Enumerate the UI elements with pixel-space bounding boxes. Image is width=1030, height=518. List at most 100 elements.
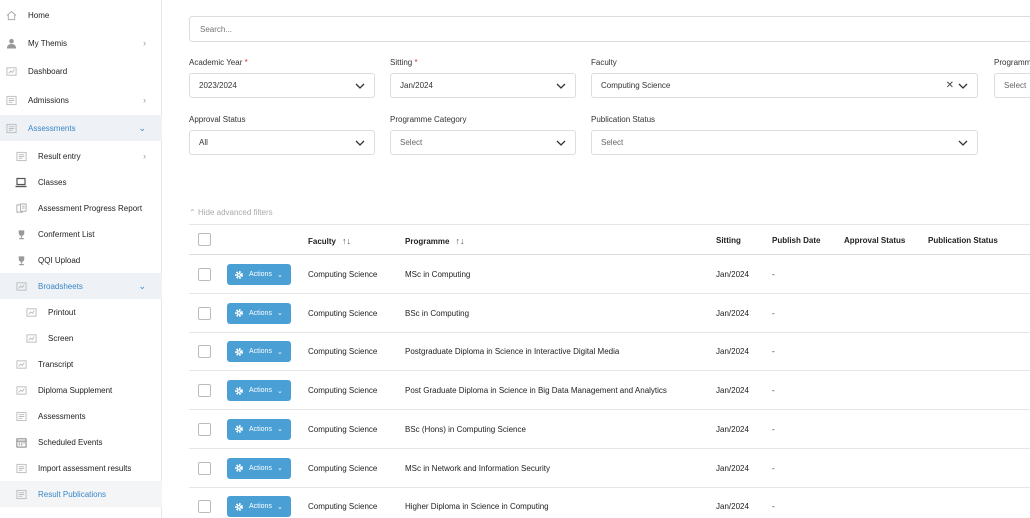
chevron-down-icon: [958, 83, 968, 89]
sort-icon[interactable]: ↑↓: [342, 236, 351, 246]
assessments-icon: [15, 410, 27, 422]
chevron-down-icon: ⌄: [138, 122, 146, 133]
approval-status-select[interactable]: All: [189, 130, 375, 155]
sort-icon[interactable]: ↑↓: [455, 236, 464, 246]
programme-column-header[interactable]: Programme ↑↓: [405, 236, 464, 246]
broadsheets-icon: [15, 280, 27, 292]
advanced-toggle-label: Hide advanced filters: [197, 208, 273, 217]
programme-category-select[interactable]: Select: [390, 130, 576, 155]
row-checkbox[interactable]: [198, 345, 211, 359]
select-all-checkbox[interactable]: [198, 233, 211, 246]
sitting-cell: Jan/2024: [716, 347, 749, 357]
sidebar-item-assessments-sub[interactable]: Assessments: [0, 403, 162, 429]
sidebar-item-assessments[interactable]: Assessments ⌄: [0, 115, 162, 141]
publish-date-cell: -: [772, 270, 775, 279]
actions-button[interactable]: Actions ⌄: [227, 418, 291, 440]
sidebar-item-home[interactable]: Home: [0, 2, 162, 28]
diploma-icon: [15, 384, 27, 396]
publication-status-select[interactable]: Select: [591, 130, 978, 155]
clear-icon[interactable]: ✕: [946, 80, 954, 91]
hide-advanced-filters-link[interactable]: ⌃ Hide advanced filters: [189, 208, 273, 217]
caret-up-icon: ⌃: [189, 208, 196, 217]
sidebar: Home My Themis › Dashboard Admissions › …: [0, 0, 162, 518]
row-checkbox[interactable]: [198, 268, 211, 281]
sidebar-item-my-themis[interactable]: My Themis ›: [0, 30, 162, 56]
table-row: Actions ⌄ Computing Science Higher Diploma …: [189, 487, 1030, 518]
sidebar-item-classes[interactable]: Classes: [0, 169, 162, 195]
faculty-select[interactable]: Computing Science ✕: [591, 73, 978, 98]
programme-select[interactable]: Select: [994, 73, 1030, 98]
sidebar-item-result-publications[interactable]: Result Publications: [0, 481, 162, 507]
sidebar-item-label: Diploma Supplement: [38, 385, 113, 395]
sidebar-item-conferment-list[interactable]: Conferment List: [0, 221, 162, 247]
actions-button[interactable]: Actions ⌄: [227, 341, 291, 363]
report-icon: [15, 202, 27, 214]
sidebar-item-result-entry[interactable]: Result entry ›: [0, 143, 162, 169]
table-row: Actions ⌄ Computing Science BSc in Computin…: [189, 294, 1030, 333]
actions-button[interactable]: Actions ⌄: [227, 496, 291, 518]
chevron-down-icon: [556, 140, 566, 146]
sidebar-item-label: Classes: [38, 177, 67, 187]
sidebar-item-dashboard[interactable]: Dashboard: [0, 58, 162, 84]
sidebar-item-label: Assessments: [28, 123, 76, 133]
sidebar-item-broadsheets[interactable]: Broadsheets ⌄: [0, 273, 162, 299]
trophy-icon: [15, 228, 27, 240]
row-checkbox[interactable]: [198, 306, 211, 320]
faculty-cell: Computing Science: [308, 386, 378, 396]
actions-label: Actions: [249, 271, 272, 278]
chevron-down-icon: [556, 83, 566, 89]
result-entry-icon: [15, 150, 27, 162]
sidebar-item-qqi-upload[interactable]: QQI Upload: [0, 247, 162, 273]
programme-cell: Higher Diploma in Science in Computing: [405, 502, 549, 512]
table-row: Actions ⌄ Computing Science MSc in Computin…: [189, 255, 1030, 294]
actions-button[interactable]: Actions ⌄: [227, 264, 291, 285]
table-header: Faculty ↑↓ Programme ↑↓ Sitting Publish Da…: [189, 224, 1030, 255]
publish-date-cell: -: [772, 347, 775, 357]
sidebar-item-admissions[interactable]: Admissions ›: [0, 87, 162, 113]
row-checkbox[interactable]: [198, 461, 211, 475]
sitting-cell: Jan/2024: [716, 308, 749, 318]
table-row: Actions ⌄ Computing Science MSc in Network …: [189, 449, 1030, 488]
sidebar-item-label: Home: [28, 10, 50, 20]
actions-button[interactable]: Actions ⌄: [227, 457, 291, 479]
sidebar-item-label: Scheduled Events: [38, 437, 103, 447]
actions-button[interactable]: Actions ⌄: [227, 380, 291, 402]
sidebar-item-label: Assessment Progress Report: [38, 203, 143, 213]
faculty-cell: Computing Science: [308, 424, 378, 434]
sidebar-item-label: Broadsheets: [38, 281, 83, 291]
faculty-cell: Computing Science: [308, 347, 378, 357]
sidebar-item-label: Printout: [48, 307, 76, 317]
sidebar-item-label: Screen: [48, 333, 74, 343]
sidebar-item-transcript[interactable]: Transcript: [0, 351, 162, 377]
academic-year-select[interactable]: 2023/2024: [189, 73, 375, 98]
row-checkbox[interactable]: [198, 500, 211, 514]
search-input[interactable]: [189, 16, 1030, 42]
dashboard-icon: [5, 65, 17, 77]
sitting-cell: Jan/2024: [716, 386, 749, 396]
table-row: Actions ⌄ Computing Science Postgraduate Di…: [189, 332, 1030, 372]
actions-button[interactable]: Actions ⌄: [227, 302, 291, 324]
publication-status-label: Publication Status: [591, 115, 656, 124]
row-checkbox[interactable]: [198, 422, 211, 436]
sitting-select[interactable]: Jan/2024: [390, 73, 576, 98]
faculty-label: Faculty: [591, 58, 617, 67]
faculty-column-header[interactable]: Faculty ↑↓: [308, 236, 351, 246]
programme-category-label: Programme Category: [390, 115, 467, 124]
admissions-icon: [5, 94, 17, 106]
row-checkbox[interactable]: [198, 384, 211, 398]
faculty-value: Computing Science: [601, 81, 671, 90]
chevron-down-icon: [355, 83, 365, 89]
sitting-cell: Jan/2024: [716, 502, 749, 512]
sidebar-item-scheduled-events[interactable]: Scheduled Events: [0, 429, 162, 455]
user-icon: [5, 37, 17, 49]
sidebar-item-screen[interactable]: Screen: [0, 325, 162, 351]
sidebar-item-import-assessment-results[interactable]: Import assessment results: [0, 455, 162, 481]
faculty-cell: Computing Science: [308, 463, 378, 473]
publish-date-cell: -: [772, 308, 775, 318]
sitting-value: Jan/2024: [400, 81, 433, 90]
sidebar-item-diploma-supplement[interactable]: Diploma Supplement: [0, 377, 162, 403]
programme-cell: Postgraduate Diploma in Science in Inter…: [405, 347, 620, 357]
sidebar-item-printout[interactable]: Printout: [0, 299, 162, 325]
sidebar-item-assessment-progress-report[interactable]: Assessment Progress Report: [0, 195, 162, 221]
chevron-down-icon: ⌄: [276, 503, 283, 511]
